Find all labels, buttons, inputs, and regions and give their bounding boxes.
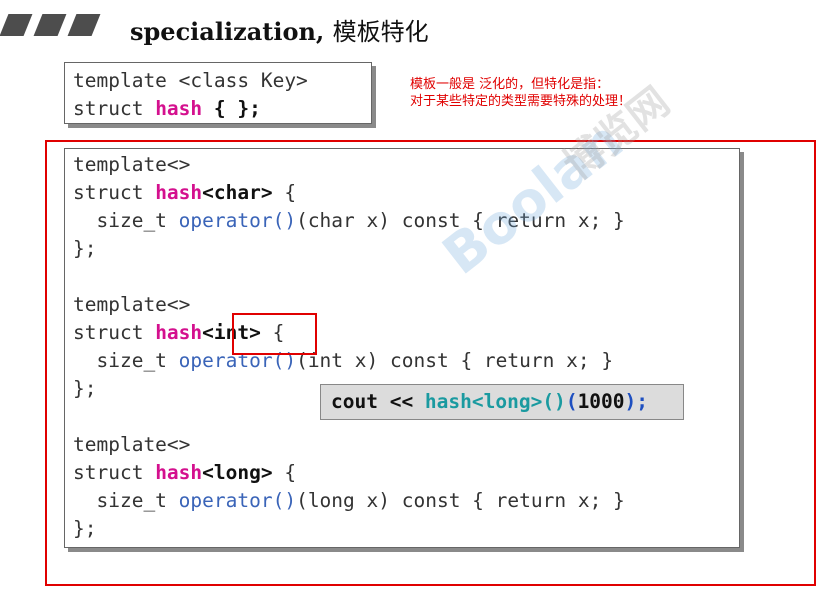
page-title: specialization, 模板特化 <box>130 12 429 47</box>
title-decoration <box>0 14 104 36</box>
specialization-note: 模板一般是 泛化的，但特化是指： 对于某些特定的类型需要特殊的处理！ <box>410 76 631 110</box>
title-en: specialization, <box>130 17 325 46</box>
title-cn: 模板特化 <box>332 18 429 46</box>
int-highlight-box <box>232 313 317 355</box>
generic-template-box: template <class Key> struct hash { }; <box>64 62 372 124</box>
specializations-code: template<> struct hash<char> { size_t op… <box>73 153 625 540</box>
usage-callout: cout << hash<long>()(1000); <box>320 384 684 420</box>
usage-code: cout << hash<long>()(1000); <box>331 390 649 413</box>
generic-template-code: template <class Key> struct hash { }; <box>73 69 308 120</box>
note-line-2: 对于某些特定的类型需要特殊的处理！ <box>410 94 632 109</box>
note-line-1: 模板一般是 泛化的，但特化是指： <box>410 77 610 92</box>
specializations-box: template<> struct hash<char> { size_t op… <box>64 148 740 548</box>
